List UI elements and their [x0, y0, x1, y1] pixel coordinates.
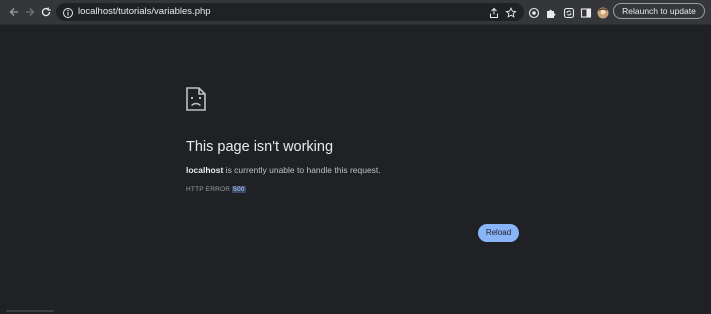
error-message: is currently unable to handle this reque…: [223, 165, 381, 175]
puzzle-icon[interactable]: [545, 6, 557, 18]
address-bar[interactable]: localhost/tutorials/variables.php: [56, 3, 524, 21]
avatar-icon[interactable]: [597, 6, 609, 19]
browser-toolbar: localhost/tutorials/variables.php Relaun…: [0, 0, 711, 25]
error-host: localhost: [186, 165, 224, 175]
url-text: localhost/tutorials/variables.php: [78, 6, 211, 17]
relaunch-to-update-button[interactable]: Relaunch to update: [613, 3, 705, 19]
error-page: This page isn't working localhost is cur…: [0, 25, 711, 314]
reload-button[interactable]: Reload: [478, 224, 519, 242]
error-code-prefix: HTTP ERROR: [186, 186, 233, 193]
taskbar-edge: [6, 310, 54, 312]
page-title: This page isn't working: [186, 139, 334, 155]
sidebar-icon[interactable]: [580, 6, 592, 18]
error-code-number: 500: [232, 186, 246, 193]
star-icon[interactable]: [505, 6, 517, 18]
error-code: HTTP ERROR 500: [186, 186, 246, 193]
site-info-icon[interactable]: [62, 6, 74, 18]
sync-icon[interactable]: [563, 6, 575, 19]
extension-icon[interactable]: [528, 6, 540, 19]
share-icon[interactable]: [488, 6, 500, 18]
back-arrow-icon[interactable]: [6, 4, 22, 20]
reload-icon[interactable]: [38, 4, 54, 20]
forward-arrow-icon[interactable]: [22, 4, 38, 20]
error-description: localhost is currently unable to handle …: [186, 165, 381, 175]
sad-document-icon: [186, 87, 206, 111]
